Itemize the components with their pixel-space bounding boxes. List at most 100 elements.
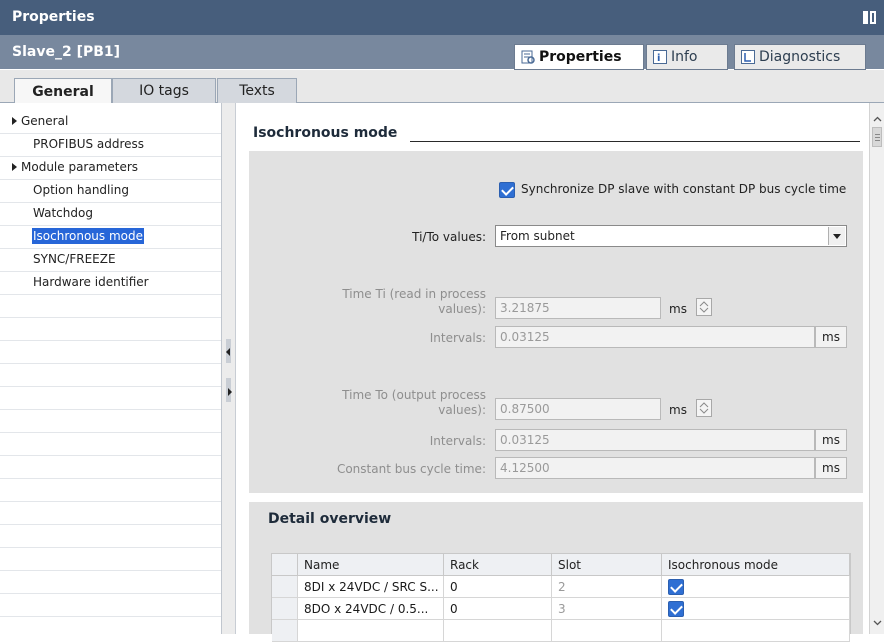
nav-row (0, 617, 221, 634)
table-corner (272, 554, 298, 576)
ti-intervals-field: 0.03125 (495, 326, 815, 348)
detail-table: Name Rack Slot Isochronous mode 8DI x 24… (271, 553, 851, 642)
isochronous-checkbox[interactable] (668, 601, 684, 617)
table-cell-empty (444, 620, 552, 642)
diagnostics-icon (741, 50, 755, 64)
table-cell-slot: 3 (552, 598, 662, 620)
nav-row (0, 341, 221, 364)
time-ti-field: 3.21875 (495, 297, 661, 319)
nav-row (0, 525, 221, 548)
table-cell-name[interactable]: 8DI x 24VDC / SRC S... (298, 576, 444, 598)
dock-icon[interactable] (863, 11, 876, 24)
tab-io-tags[interactable]: IO tags (112, 78, 216, 103)
nav-row (0, 433, 221, 456)
table-cell-rack[interactable]: 0 (444, 576, 552, 598)
collapse-left-icon[interactable] (226, 348, 230, 356)
tab-properties-label: Properties (539, 49, 622, 65)
column-header-rack[interactable]: Rack (444, 554, 552, 576)
tab-general[interactable]: General (14, 78, 112, 104)
tab-properties[interactable]: Properties (514, 44, 644, 70)
scroll-down-icon[interactable] (873, 616, 882, 626)
nav-row (0, 548, 221, 571)
tab-diagnostics-label: Diagnostics (759, 49, 841, 65)
to-intervals-label: Intervals: (429, 434, 486, 448)
table-cell-name[interactable]: 8DO x 24VDC / 0.5... (298, 598, 444, 620)
column-header-slot[interactable]: Slot (552, 554, 662, 576)
ti-intervals-label: Intervals: (429, 331, 486, 345)
tito-value: From subnet (500, 229, 575, 243)
column-header-isochronous[interactable]: Isochronous mode (662, 554, 850, 576)
time-ti-label: Time Ti (read in process (342, 287, 486, 301)
bus-cycle-field: 4.12500 (495, 457, 815, 479)
detail-overview-title: Detail overview (268, 511, 392, 527)
chevron-down-icon[interactable] (828, 227, 845, 245)
nav-row (0, 364, 221, 387)
nav-item-watchdog[interactable]: Watchdog (32, 205, 94, 221)
section-title: Isochronous mode (253, 125, 398, 141)
nav-row (0, 318, 221, 341)
to-intervals-unit: ms (815, 429, 847, 451)
time-ti-spinner (696, 298, 712, 316)
splitter[interactable] (222, 103, 236, 634)
nav-row (0, 295, 221, 318)
vertical-scrollbar[interactable] (869, 103, 884, 634)
ti-intervals-unit: ms (815, 326, 847, 348)
sync-checkbox-label: Synchronize DP slave with constant DP bu… (521, 182, 847, 196)
isochronous-checkbox[interactable] (668, 579, 684, 595)
time-ti-label-2: values): (438, 302, 486, 316)
svg-text:i: i (657, 53, 660, 64)
expand-arrow-icon[interactable] (12, 117, 17, 125)
nav-row (0, 479, 221, 502)
nav-row (0, 594, 221, 617)
nav-tree: General PROFIBUS address Module paramete… (0, 103, 222, 634)
table-cell-slot: 2 (552, 576, 662, 598)
row-header[interactable] (272, 576, 298, 598)
table-cell-empty (298, 620, 444, 642)
expand-right-icon[interactable] (228, 388, 232, 396)
time-to-spinner (696, 399, 712, 417)
time-to-label: Time To (output process (342, 388, 486, 402)
bus-cycle-unit: ms (815, 457, 847, 479)
table-cell-isochronous[interactable] (662, 576, 850, 598)
nav-item-general[interactable]: General (20, 113, 69, 129)
nav-item-option-handling[interactable]: Option handling (32, 182, 130, 198)
window-title: Properties (12, 9, 95, 25)
sync-checkbox[interactable] (499, 182, 515, 198)
nav-row (0, 456, 221, 479)
section-divider (410, 141, 860, 142)
nav-item-profibus-address[interactable]: PROFIBUS address (32, 136, 145, 152)
column-header-name[interactable]: Name (298, 554, 444, 576)
nav-item-module-parameters[interactable]: Module parameters (20, 159, 139, 175)
table-cell-rack[interactable]: 0 (444, 598, 552, 620)
table-cell-empty (552, 620, 662, 642)
expand-arrow-icon[interactable] (12, 163, 17, 171)
bus-cycle-label: Constant bus cycle time: (336, 462, 486, 476)
table-cell-empty (662, 620, 850, 642)
nav-item-hardware-identifier[interactable]: Hardware identifier (32, 274, 150, 290)
time-ti-unit: ms (669, 302, 687, 316)
row-header (272, 620, 298, 642)
row-header[interactable] (272, 598, 298, 620)
nav-row (0, 502, 221, 525)
table-cell-isochronous[interactable] (662, 598, 850, 620)
nav-row (0, 571, 221, 594)
nav-item-sync-freeze[interactable]: SYNC/FREEZE (32, 251, 117, 267)
tito-select[interactable]: From subnet (495, 225, 847, 247)
tab-info[interactable]: i Info (646, 44, 728, 70)
tab-diagnostics[interactable]: Diagnostics (734, 44, 866, 70)
scroll-up-icon[interactable] (873, 113, 882, 122)
scroll-thumb[interactable] (872, 127, 882, 147)
nav-item-isochronous-mode[interactable]: Isochronous mode (32, 228, 144, 244)
tab-texts[interactable]: Texts (217, 78, 297, 103)
title-bar (0, 0, 884, 35)
time-to-field: 0.87500 (495, 398, 661, 420)
to-intervals-field: 0.03125 (495, 429, 815, 451)
info-icon: i (653, 50, 667, 64)
time-to-label-2: values): (438, 403, 486, 417)
object-name: Slave_2 [PB1] (12, 44, 121, 60)
properties-icon (521, 50, 535, 64)
nav-row (0, 387, 221, 410)
tab-info-label: Info (671, 49, 698, 65)
time-to-unit: ms (669, 403, 687, 417)
nav-row (0, 410, 221, 433)
